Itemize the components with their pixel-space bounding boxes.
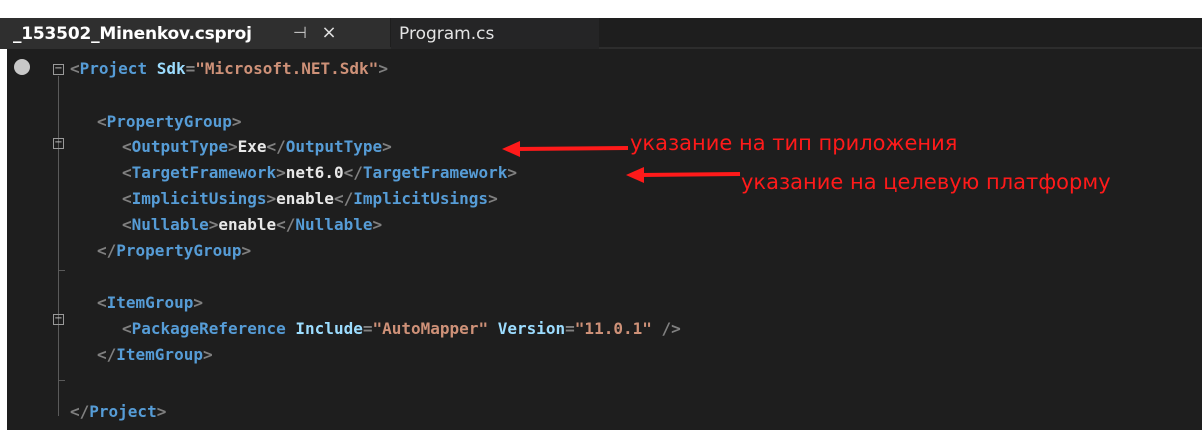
- code-line-project-open: <Project Sdk="Microsoft.NET.Sdk">: [70, 59, 388, 78]
- collapse-itemgroup-icon[interactable]: −: [53, 314, 64, 325]
- code-line-packagereference: <PackageReference Include="AutoMapper" V…: [122, 319, 681, 338]
- tab-csproj[interactable]: _153502_Minenkov.csproj ⊣ ×: [0, 18, 390, 49]
- code-line-implicitusings: <ImplicitUsings>enable</ImplicitUsings>: [122, 189, 498, 208]
- fold-end-propertygroup: [58, 270, 65, 271]
- close-icon[interactable]: ×: [318, 21, 340, 45]
- collapse-propertygroup-icon[interactable]: −: [53, 138, 64, 149]
- arrow-output-type-icon: [502, 141, 629, 157]
- code-line-propertygroup-open: <PropertyGroup>: [97, 112, 242, 131]
- code-line-propertygroup-close: </PropertyGroup>: [97, 241, 252, 260]
- window-top-strip: [0, 0, 1202, 18]
- fold-guide-propertygroup: [58, 150, 59, 270]
- code-line-itemgroup-open: <ItemGroup>: [97, 293, 203, 312]
- collapse-project-icon[interactable]: −: [53, 64, 64, 75]
- fold-guide-itemgroup: [58, 326, 59, 380]
- code-line-project-close: </Project>: [70, 402, 167, 421]
- code-line-nullable: <Nullable>enable</Nullable>: [122, 215, 383, 234]
- editor-left-border: [0, 49, 7, 430]
- fold-end-itemgroup: [58, 380, 65, 381]
- code-line-itemgroup-close: </ItemGroup>: [97, 345, 213, 364]
- tab-csproj-label: _153502_Minenkov.csproj: [13, 23, 252, 44]
- breakpoint-icon[interactable]: [14, 59, 30, 75]
- document-tab-bar: _153502_Minenkov.csproj ⊣ × Program.cs: [0, 18, 1202, 49]
- code-line-targetframework: <TargetFramework>net6.0</TargetFramework…: [122, 163, 517, 182]
- pin-icon[interactable]: ⊣: [289, 21, 311, 45]
- tab-program-cs[interactable]: Program.cs: [391, 18, 599, 49]
- annotation-output-type: указание на тип приложения: [630, 131, 958, 155]
- arrow-target-framework-icon: [626, 167, 741, 183]
- code-line-outputtype: <OutputType>Exe</OutputType>: [122, 137, 392, 156]
- annotation-target-framework: указание на целевую платформу: [741, 170, 1111, 194]
- tab-program-cs-label: Program.cs: [399, 23, 495, 44]
